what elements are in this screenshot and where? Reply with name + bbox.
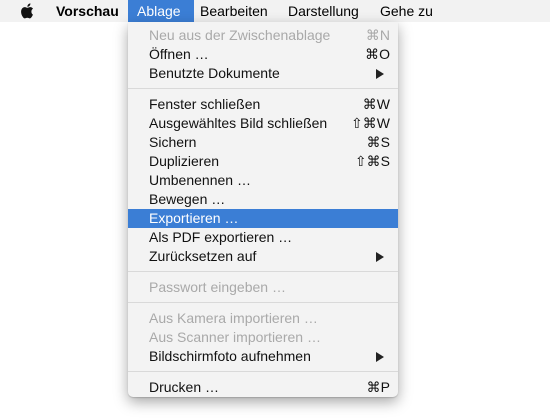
menu-item-label: Neu aus der Zwischenablage bbox=[149, 27, 331, 43]
menu-item-label: Benutzte Dokumente bbox=[149, 65, 280, 81]
keyboard-shortcut: ⌘P bbox=[366, 379, 390, 395]
apple-menu[interactable] bbox=[20, 0, 42, 22]
menu-bar: Vorschau Ablage Bearbeiten Darstellung G… bbox=[0, 0, 550, 22]
ablage-dropdown-menu: Neu aus der Zwischenablage ⌘N Öffnen … ⌘O Be… bbox=[128, 22, 398, 397]
menu-item-label: Zurücksetzen auf bbox=[149, 248, 257, 264]
menu-item-aus-kamera-importieren[interactable]: Aus Kamera importieren … bbox=[128, 309, 398, 328]
menu-item-oeffnen[interactable]: Öffnen … ⌘O bbox=[128, 45, 398, 64]
menu-ablage[interactable]: Ablage bbox=[128, 0, 194, 22]
menu-item-fenster-schliessen[interactable]: Fenster schließen ⌘W bbox=[128, 95, 398, 114]
menu-item-ausgewaehltes-bild-schliessen[interactable]: Ausgewähltes Bild schließen ⇧⌘W bbox=[128, 114, 398, 133]
menu-bearbeiten[interactable]: Bearbeiten bbox=[200, 0, 268, 22]
menu-item-umbenennen[interactable]: Umbenennen … bbox=[128, 171, 398, 190]
menu-item-als-pdf-exportieren[interactable]: Als PDF exportieren … bbox=[128, 228, 398, 247]
menu-item-label: Sichern bbox=[149, 134, 197, 150]
submenu-arrow-icon bbox=[376, 252, 384, 262]
submenu-arrow-icon bbox=[376, 352, 384, 362]
menu-item-label: Aus Scanner importieren … bbox=[149, 329, 321, 345]
menu-item-exportieren[interactable]: Exportieren … bbox=[128, 209, 398, 228]
menu-darstellung[interactable]: Darstellung bbox=[288, 0, 359, 22]
keyboard-shortcut: ⌘O bbox=[365, 46, 390, 62]
menu-item-passwort-eingeben[interactable]: Passwort eingeben … bbox=[128, 278, 398, 297]
menu-separator bbox=[128, 371, 398, 372]
menu-item-benutzte-dokumente[interactable]: Benutzte Dokumente bbox=[128, 64, 398, 83]
menu-item-bildschirmfoto-aufnehmen[interactable]: Bildschirmfoto aufnehmen bbox=[128, 347, 398, 366]
menu-item-drucken[interactable]: Drucken … ⌘P bbox=[128, 378, 398, 397]
menu-item-neu-aus-der-zwischenablage[interactable]: Neu aus der Zwischenablage ⌘N bbox=[128, 26, 398, 45]
keyboard-shortcut: ⇧⌘S bbox=[354, 153, 390, 169]
keyboard-shortcut: ⌘S bbox=[366, 134, 390, 150]
menu-item-label: Duplizieren bbox=[149, 153, 220, 169]
menu-gehe-zu[interactable]: Gehe zu bbox=[380, 0, 433, 22]
menu-item-label: Passwort eingeben … bbox=[149, 279, 286, 295]
menu-item-label: Bildschirmfoto aufnehmen bbox=[149, 348, 311, 364]
menu-item-bewegen[interactable]: Bewegen … bbox=[128, 190, 398, 209]
menu-separator bbox=[128, 302, 398, 303]
submenu-arrow-icon bbox=[376, 69, 384, 79]
menu-item-label: Ausgewähltes Bild schließen bbox=[149, 115, 328, 131]
menu-item-label: Als PDF exportieren … bbox=[149, 229, 293, 245]
keyboard-shortcut: ⌘N bbox=[365, 27, 390, 43]
app-name-menu[interactable]: Vorschau bbox=[56, 0, 119, 22]
keyboard-shortcut: ⌘W bbox=[362, 96, 390, 112]
menu-separator bbox=[128, 88, 398, 89]
menu-item-label: Drucken … bbox=[149, 379, 220, 395]
menu-item-label: Aus Kamera importieren … bbox=[149, 310, 318, 326]
menu-item-zuruecksetzen-auf[interactable]: Zurücksetzen auf bbox=[128, 247, 398, 266]
menu-item-aus-scanner-importieren[interactable]: Aus Scanner importieren … bbox=[128, 328, 398, 347]
menu-item-label: Fenster schließen bbox=[149, 96, 261, 112]
menu-item-label: Bewegen … bbox=[149, 191, 226, 207]
menu-item-duplizieren[interactable]: Duplizieren ⇧⌘S bbox=[128, 152, 398, 171]
menu-item-label: Exportieren … bbox=[149, 210, 239, 226]
menu-item-sichern[interactable]: Sichern ⌘S bbox=[128, 133, 398, 152]
apple-logo-icon bbox=[21, 3, 33, 19]
menu-separator bbox=[128, 271, 398, 272]
menu-item-label: Umbenennen … bbox=[149, 172, 251, 188]
keyboard-shortcut: ⇧⌘W bbox=[351, 115, 390, 131]
menu-item-label: Öffnen … bbox=[149, 46, 209, 62]
